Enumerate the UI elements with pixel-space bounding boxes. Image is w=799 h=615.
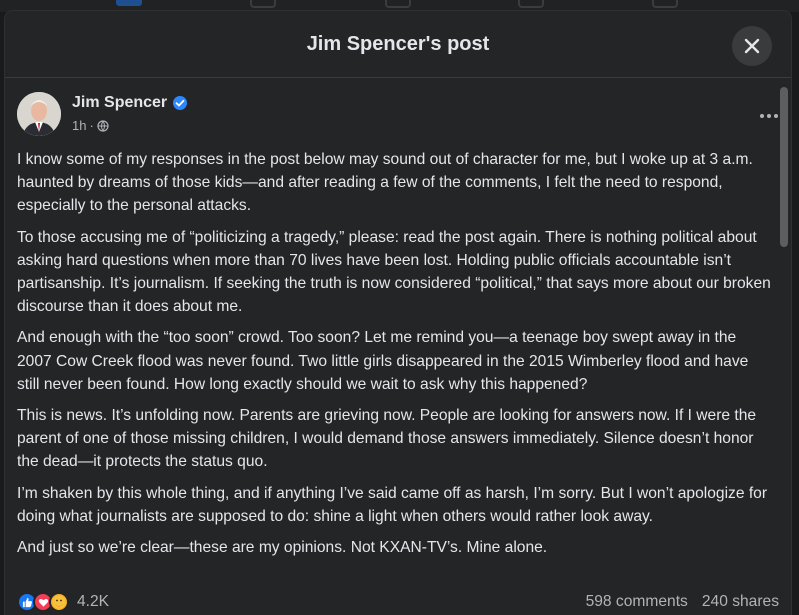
post-paragraph: This is news. It’s unfolding now. Parent… — [17, 407, 757, 471]
close-button[interactable] — [732, 26, 772, 66]
dialog-title: Jim Spencer's post — [306, 32, 490, 55]
globe-icon — [97, 119, 109, 132]
author-name[interactable]: Jim Spencer — [72, 94, 167, 112]
post-meta: 1h · — [72, 118, 109, 133]
shares-count[interactable]: 240 shares — [702, 593, 779, 611]
nav-gaming-icon — [652, 0, 678, 8]
post-time[interactable]: 1h — [72, 118, 86, 133]
avatar-portrait-icon — [17, 92, 61, 136]
post-body: I know some of my responses in the post … — [17, 148, 773, 567]
comments-count[interactable]: 598 comments — [586, 593, 688, 611]
nav-groups-icon — [518, 0, 544, 8]
nav-video-icon — [250, 0, 276, 8]
reaction-icons[interactable] — [17, 592, 69, 612]
care-reaction-icon — [49, 592, 69, 612]
reaction-count[interactable]: 4.2K — [77, 593, 109, 611]
post-stats: 598 comments 240 shares — [586, 593, 779, 611]
close-icon — [744, 38, 760, 54]
post-paragraph: To those accusing me of “politicizing a … — [17, 228, 771, 316]
post-paragraph: And enough with the “too soon” crowd. To… — [17, 329, 749, 393]
scrollbar[interactable] — [780, 79, 788, 613]
scrollbar-thumb[interactable] — [780, 87, 788, 247]
dialog-header: Jim Spencer's post — [5, 11, 791, 78]
more-options-icon — [760, 114, 778, 118]
post-content: Jim Spencer 1h · I know some of my respo… — [5, 79, 791, 615]
nav-active-indicator — [116, 0, 142, 6]
nav-marketplace-icon — [385, 0, 411, 8]
post-paragraph: And just so we’re clear—these are my opi… — [17, 539, 548, 557]
post-header: Jim Spencer 1h · — [17, 92, 791, 138]
post-dialog: Jim Spencer's post Jim Spencer 1h · I kn… — [5, 11, 791, 615]
avatar[interactable] — [17, 92, 61, 136]
reactions-bar: 4.2K 598 comments 240 shares — [17, 590, 779, 614]
post-paragraph: I know some of my responses in the post … — [17, 151, 753, 215]
verified-badge-icon — [173, 96, 187, 110]
meta-separator: · — [89, 118, 94, 133]
post-paragraph: I’m shaken by this whole thing, and if a… — [17, 484, 768, 525]
